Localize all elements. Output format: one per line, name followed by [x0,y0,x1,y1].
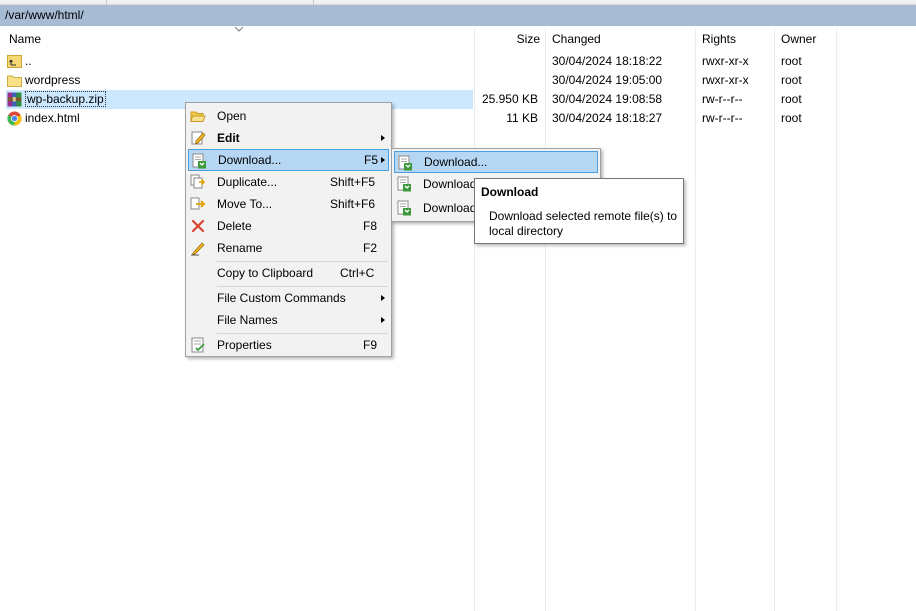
submenu-arrow-icon [381,317,385,323]
file-owner: root [781,111,802,125]
column-header-owner[interactable]: Owner [776,28,836,50]
file-row-parent[interactable]: .. 30/04/2024 18:18:22 rwxr-xr-x root [0,52,916,71]
menu-item-label: Open [217,109,247,123]
menu-item-label: Download... [218,153,282,167]
menu-item-file-custom-commands[interactable]: File Custom Commands [188,287,389,309]
menu-item-label: Download [423,201,477,215]
path-label: /var/www/html/ [5,8,84,22]
file-name: wp-backup.zip [25,90,106,109]
properties-icon [191,337,205,353]
menu-item-duplicate[interactable]: Duplicate... Shift+F5 [188,171,389,193]
menu-item-label: Duplicate... [217,175,278,189]
file-changed: 30/04/2024 18:18:27 [552,111,663,125]
file-owner: root [781,73,802,87]
tooltip-title: Download [481,185,539,199]
menu-item-label: Properties [217,338,272,352]
parent-folder-icon [7,55,22,68]
file-rights: rwxr-xr-x [702,54,749,68]
file-row-index-html[interactable]: index.html 11 KB 30/04/2024 18:18:27 rw-… [0,109,916,128]
file-size [478,52,538,71]
file-rights: rw-r--r-- [702,92,743,106]
download-icon [397,176,411,192]
menu-item-open[interactable]: Open [188,105,389,127]
menu-item-shortcut: F9 [363,338,378,352]
tooltip-body: Download selected remote file(s) to loca… [489,209,678,238]
path-bar[interactable]: /var/www/html/ [0,5,916,26]
menu-item-shortcut: Shift+F6 [330,197,376,211]
submenu-arrow-icon [381,157,385,163]
menu-item-shortcut: Shift+F5 [330,175,376,189]
column-header-size[interactable]: Size [474,28,545,50]
chrome-icon [7,111,22,126]
menu-item-label: Download [423,177,477,191]
menu-item-label: Copy to Clipboard [217,266,314,280]
menu-item-download[interactable]: Download... F5 [188,149,389,171]
sort-chevron-icon [234,26,244,32]
archive-icon [7,92,22,107]
context-menu: Open Edit Download... F5 Duplicate... Sh… [185,102,392,357]
menu-item-move-to[interactable]: Move To... Shift+F6 [188,193,389,215]
column-header-changed[interactable]: Changed [547,28,695,50]
open-folder-icon [190,111,206,122]
file-changed: 30/04/2024 19:05:00 [552,73,663,87]
submenu-item-download-dialog[interactable]: Download... [394,151,598,173]
menu-item-label: Download... [424,155,488,169]
menu-item-label: Edit [217,131,240,145]
folder-icon [7,75,22,87]
file-name: index.html [25,111,80,125]
menu-item-shortcut: F2 [363,241,378,255]
file-rights: rw-r--r-- [702,111,743,125]
submenu-arrow-icon [381,295,385,301]
delete-icon [191,219,205,233]
file-row-wp-backup[interactable]: wp-backup.zip 25.950 KB 30/04/2024 19:08… [0,90,916,109]
file-row-wordpress[interactable]: wordpress 30/04/2024 19:05:00 rwxr-xr-x … [0,71,916,90]
menu-item-shortcut: F5 [364,153,379,167]
rename-icon [191,242,205,256]
file-changed: 30/04/2024 18:18:22 [552,54,663,68]
download-icon [398,155,412,171]
menu-item-delete[interactable]: Delete F8 [188,215,389,237]
file-name-focus: wp-backup.zip [25,91,106,107]
file-owner: root [781,92,802,106]
file-size: 25.950 KB [481,92,538,106]
column-header-rights[interactable]: Rights [697,28,774,50]
submenu-arrow-icon [381,135,385,141]
menu-item-label: Rename [217,241,263,255]
menu-item-shortcut: F8 [363,219,378,233]
menu-item-edit[interactable]: Edit [188,127,389,149]
download-tooltip: Download Download selected remote file(s… [474,178,684,244]
menu-item-label: Move To... [217,197,273,211]
duplicate-icon [190,174,206,189]
file-rights: rwxr-xr-x [702,73,749,87]
menu-item-label: File Names [217,313,278,327]
menu-item-shortcut: Ctrl+C [340,266,375,280]
menu-item-copy-to-clipboard[interactable]: Copy to Clipboard Ctrl+C [188,262,389,284]
file-size [478,71,538,90]
menu-item-label: File Custom Commands [217,291,346,305]
menu-item-label: Delete [217,219,252,233]
file-size: 11 KB [506,111,538,125]
menu-item-file-names[interactable]: File Names [188,309,389,331]
move-icon [190,197,206,210]
column-headers: Name Size Changed Rights Owner [0,28,916,50]
edit-icon [191,131,206,145]
menu-item-properties[interactable]: Properties F9 [188,334,389,356]
file-name: .. [25,54,32,68]
file-changed: 30/04/2024 19:08:58 [552,92,663,106]
download-icon [192,153,206,169]
file-name: wordpress [25,73,81,87]
file-owner: root [781,54,802,68]
download-icon [397,200,411,216]
menu-item-rename[interactable]: Rename F2 [188,237,389,259]
